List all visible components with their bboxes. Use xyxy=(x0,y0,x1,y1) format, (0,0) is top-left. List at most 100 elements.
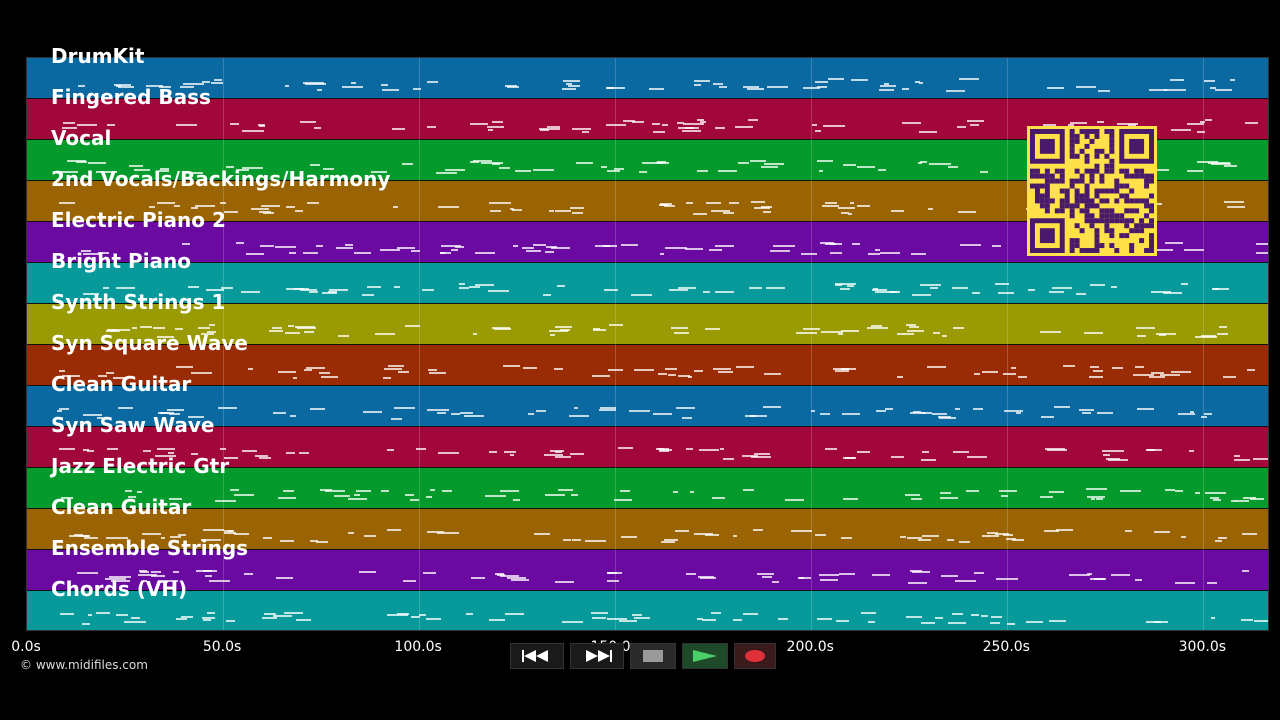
note-mark xyxy=(778,618,788,621)
track-row xyxy=(27,345,1268,386)
note-mark xyxy=(197,326,210,329)
note-mark xyxy=(1218,325,1228,328)
note-mark xyxy=(918,130,937,133)
note-mark xyxy=(450,413,460,416)
note-mark xyxy=(814,130,821,133)
note-mark xyxy=(1049,491,1065,494)
note-mark xyxy=(498,166,510,169)
note-mark xyxy=(272,411,287,414)
note-mark xyxy=(489,201,511,204)
note-mark xyxy=(157,335,174,338)
note-mark xyxy=(260,244,275,247)
note-mark xyxy=(241,290,261,293)
note-mark xyxy=(571,538,581,541)
note-mark xyxy=(202,618,212,621)
fast-forward-icon xyxy=(586,650,612,662)
note-mark xyxy=(1052,286,1072,289)
note-mark xyxy=(1090,497,1096,500)
note-mark xyxy=(116,613,129,616)
note-mark xyxy=(953,327,964,330)
note-mark xyxy=(632,613,643,616)
note-mark xyxy=(857,166,875,169)
note-mark xyxy=(277,496,297,499)
record-button[interactable] xyxy=(734,643,776,669)
gridline xyxy=(811,58,813,630)
note-mark xyxy=(128,164,143,167)
note-mark xyxy=(822,204,839,207)
note-mark xyxy=(81,249,91,252)
playback-controls xyxy=(510,643,776,669)
fast-forward-button[interactable] xyxy=(570,643,624,669)
note-mark xyxy=(982,370,999,373)
time-tick-label: 300.0s xyxy=(1178,639,1227,655)
stop-button[interactable] xyxy=(630,643,676,669)
note-mark xyxy=(652,412,672,415)
note-mark xyxy=(1150,291,1171,294)
note-mark xyxy=(658,450,669,453)
note-mark xyxy=(188,171,203,174)
note-mark xyxy=(841,536,853,539)
note-mark xyxy=(683,123,705,126)
rewind-button[interactable] xyxy=(510,643,564,669)
note-mark xyxy=(1230,78,1236,81)
note-mark xyxy=(832,368,850,370)
note-mark xyxy=(747,88,764,91)
note-mark xyxy=(825,242,836,245)
note-mark xyxy=(621,536,637,539)
note-mark xyxy=(263,536,272,539)
note-mark xyxy=(181,616,194,619)
note-mark xyxy=(356,490,372,493)
note-mark xyxy=(215,499,236,502)
note-mark xyxy=(404,493,415,496)
note-mark xyxy=(310,164,321,167)
note-mark xyxy=(593,328,607,331)
note-mark xyxy=(182,83,205,86)
note-mark xyxy=(60,171,79,174)
note-mark xyxy=(1070,122,1088,125)
note-mark xyxy=(715,126,726,129)
note-mark xyxy=(474,252,496,255)
note-mark xyxy=(694,369,704,372)
note-mark xyxy=(429,371,447,374)
note-mark xyxy=(260,204,280,207)
note-mark xyxy=(439,251,451,254)
note-mark xyxy=(901,121,921,124)
note-mark xyxy=(761,575,772,578)
note-mark xyxy=(296,327,317,330)
note-mark xyxy=(97,416,104,419)
note-mark xyxy=(391,417,403,420)
note-mark xyxy=(576,161,593,164)
note-mark xyxy=(941,335,948,338)
note-mark xyxy=(61,126,78,129)
note-mark xyxy=(621,243,638,246)
note-mark xyxy=(463,415,484,418)
note-mark xyxy=(878,168,887,171)
note-mark xyxy=(861,612,876,615)
note-mark xyxy=(835,370,850,373)
note-mark xyxy=(966,490,979,493)
play-button[interactable] xyxy=(682,643,728,669)
note-mark xyxy=(1247,368,1256,371)
note-mark xyxy=(139,326,152,329)
note-mark xyxy=(419,613,427,616)
note-mark xyxy=(468,286,480,289)
note-mark xyxy=(303,251,319,254)
note-mark xyxy=(570,453,584,456)
note-mark xyxy=(665,368,678,371)
note-mark xyxy=(752,529,764,532)
note-mark xyxy=(665,246,687,249)
note-mark xyxy=(838,332,843,335)
note-mark xyxy=(681,417,692,420)
note-mark xyxy=(313,126,322,129)
note-mark xyxy=(1187,123,1204,126)
note-mark xyxy=(1027,288,1035,291)
note-mark xyxy=(440,244,461,247)
note-mark xyxy=(696,169,708,172)
note-mark xyxy=(909,325,919,328)
note-mark xyxy=(469,161,480,164)
note-mark xyxy=(911,252,926,255)
note-mark xyxy=(491,121,503,124)
note-mark xyxy=(109,575,132,578)
note-mark xyxy=(1204,413,1213,416)
note-mark xyxy=(233,533,250,536)
